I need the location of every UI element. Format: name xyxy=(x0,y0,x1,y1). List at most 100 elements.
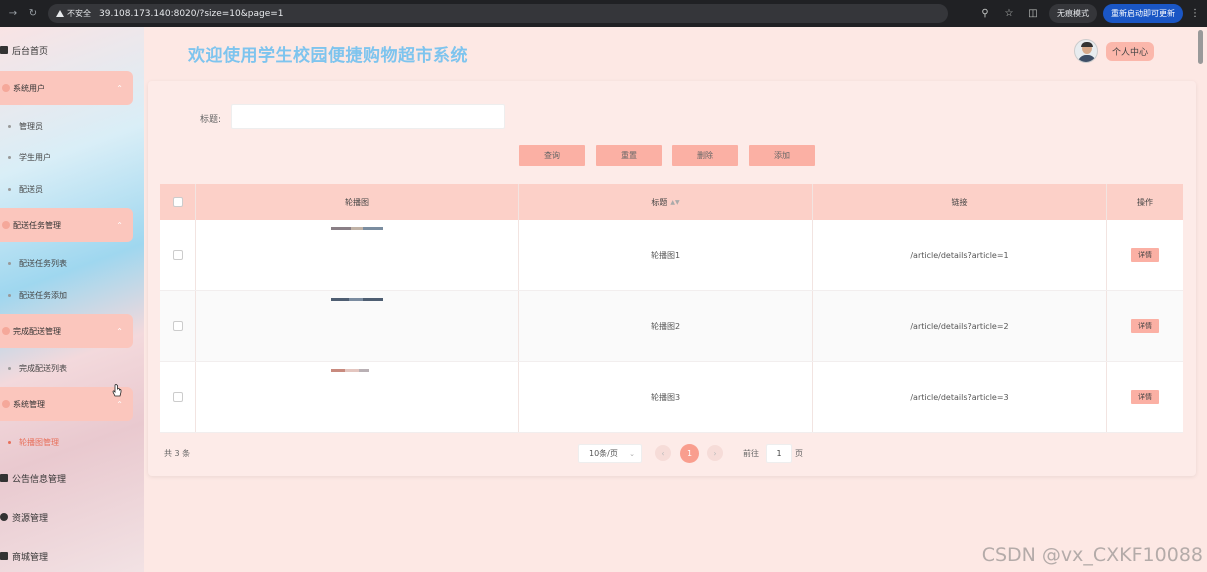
sidebar-item-label: 公告信息管理 xyxy=(12,474,67,485)
actions-cell: 详情 xyxy=(1107,362,1183,432)
side-panel-icon[interactable]: ◫ xyxy=(1025,6,1041,22)
more-menu-icon[interactable]: ⋮ xyxy=(1187,6,1203,22)
query-button[interactable]: 查询 xyxy=(519,145,585,166)
link-cell: /article/details?article=1 xyxy=(813,220,1107,290)
sidebar-item-label: 资源管理 xyxy=(12,513,49,524)
carousel-thumbnail xyxy=(331,298,383,301)
image-cell xyxy=(196,220,519,290)
avatar[interactable] xyxy=(1074,39,1098,63)
carousel-thumbnail xyxy=(331,369,369,372)
title-cell: 轮播图1 xyxy=(519,220,813,290)
detail-button[interactable]: 详情 xyxy=(1131,319,1159,333)
title-search-input[interactable] xyxy=(231,104,505,129)
warning-icon xyxy=(56,10,64,17)
sidebar-group-completed-delivery[interactable]: 完成配送管理 ⌃ xyxy=(0,314,133,348)
sidebar-item-home[interactable]: 后台首页 xyxy=(0,40,48,60)
list-icon xyxy=(2,221,10,229)
select-all-checkbox[interactable] xyxy=(172,197,183,207)
row-checkbox-cell xyxy=(160,362,196,432)
row-checkbox[interactable] xyxy=(172,250,183,260)
image-cell xyxy=(196,291,519,361)
url-text[interactable]: 39.108.173.140:8020/?size=10&page=1 xyxy=(99,9,284,19)
row-checkbox-cell xyxy=(160,291,196,361)
chevron-up-icon: ⌃ xyxy=(116,399,123,409)
bullet-icon xyxy=(8,187,11,191)
address-bar[interactable]: 不安全 39.108.173.140:8020/?size=10&page=1 xyxy=(48,4,948,23)
chevron-left-icon: ‹ xyxy=(661,448,665,458)
total-count: 共 3 条 xyxy=(164,449,191,458)
sidebar-item-admins[interactable]: 管理员 xyxy=(0,118,43,134)
sidebar-group-delivery-tasks[interactable]: 配送任务管理 ⌃ xyxy=(0,208,133,242)
user-icon xyxy=(2,84,10,92)
column-header-title[interactable]: 标题 ▲▼ xyxy=(519,184,813,220)
password-key-icon[interactable]: ⚲ xyxy=(977,6,993,22)
chevron-down-icon: ⌄ xyxy=(629,449,635,458)
reload-icon[interactable]: ↻ xyxy=(26,7,40,21)
delete-button[interactable]: 删除 xyxy=(672,145,738,166)
update-button[interactable]: 重新启动即可更新 xyxy=(1103,4,1183,23)
sidebar-item-label: 配送任务添加 xyxy=(19,290,67,300)
page-number-current[interactable]: 1 xyxy=(680,444,699,463)
incognito-badge[interactable]: 无痕模式 xyxy=(1049,4,1097,23)
profile-button[interactable]: 个人中心 xyxy=(1106,42,1155,61)
sidebar-item-label: 商城管理 xyxy=(12,552,49,563)
sidebar-item-couriers[interactable]: 配送员 xyxy=(0,181,43,197)
hand-cursor-icon xyxy=(112,384,122,397)
add-button[interactable]: 添加 xyxy=(749,145,815,166)
table-row: 轮播图1 /article/details?article=1 详情 xyxy=(160,220,1183,291)
sidebar-group-label: 配送任务管理 xyxy=(13,220,61,230)
document-icon xyxy=(0,474,8,482)
top-header: 欢迎使用学生校园便捷购物超市系统 个人中心 xyxy=(144,27,1195,81)
column-header-link: 链接 xyxy=(813,184,1107,220)
chevron-up-icon: ⌃ xyxy=(116,83,123,93)
detail-button[interactable]: 详情 xyxy=(1131,248,1159,262)
next-page-button[interactable]: › xyxy=(707,445,723,461)
chevron-up-icon: ⌃ xyxy=(116,326,123,336)
sidebar-item-mall[interactable]: 商城管理 xyxy=(0,546,48,566)
sidebar-group-users[interactable]: 系统用户 ⌃ xyxy=(0,71,133,105)
title-search-label: 标题: xyxy=(200,115,222,125)
sidebar-item-label: 后台首页 xyxy=(12,46,49,57)
sidebar-item-students[interactable]: 学生用户 xyxy=(0,149,51,165)
sidebar-item-task-add[interactable]: 配送任务添加 xyxy=(0,287,67,303)
sidebar-item-carousel[interactable]: 轮播图管理 xyxy=(0,434,59,450)
sidebar: 后台首页 系统用户 ⌃ 管理员 学生用户 配送员 配送任务管理 ⌃ 配送任务列表… xyxy=(0,27,144,572)
avatar-body xyxy=(1078,55,1096,62)
title-cell: 轮播图3 xyxy=(519,362,813,432)
actions-cell: 详情 xyxy=(1107,220,1183,290)
home-icon xyxy=(0,46,8,54)
security-indicator[interactable]: 不安全 xyxy=(56,8,91,19)
title-cell: 轮播图2 xyxy=(519,291,813,361)
bookmark-star-icon[interactable]: ☆ xyxy=(1001,6,1017,22)
sidebar-item-resources[interactable]: 资源管理 xyxy=(0,507,48,527)
reset-button[interactable]: 重置 xyxy=(596,145,662,166)
content-card: 标题: 查询 重置 删除 添加 轮播图 标题 ▲▼ 链接 操作 轮播图1 /art… xyxy=(148,81,1196,476)
page-size-select[interactable]: 10条/页 ⌄ xyxy=(578,444,642,463)
carousel-thumbnail xyxy=(331,227,383,230)
page-scrollbar[interactable] xyxy=(1198,30,1203,64)
table-row: 轮播图3 /article/details?article=3 详情 xyxy=(160,362,1183,433)
sort-icon[interactable]: ▲▼ xyxy=(670,199,679,206)
detail-button[interactable]: 详情 xyxy=(1131,390,1159,404)
sidebar-group-label: 系统管理 xyxy=(13,399,45,409)
bullet-icon xyxy=(8,366,11,370)
sidebar-item-label: 轮播图管理 xyxy=(19,437,59,447)
insecure-label: 不安全 xyxy=(67,9,91,18)
forward-icon[interactable]: → xyxy=(6,7,20,21)
sidebar-item-completed-list[interactable]: 完成配送列表 xyxy=(0,360,67,376)
sidebar-item-announcements[interactable]: 公告信息管理 xyxy=(0,468,66,488)
row-checkbox[interactable] xyxy=(172,392,183,402)
bullet-icon xyxy=(8,261,11,265)
plus-circle-icon xyxy=(0,513,8,521)
avatar-hair xyxy=(1081,42,1093,47)
browser-toolbar: → ↻ 不安全 39.108.173.140:8020/?size=10&pag… xyxy=(0,0,1207,27)
prev-page-button[interactable]: ‹ xyxy=(655,445,671,461)
sidebar-item-task-list[interactable]: 配送任务列表 xyxy=(0,255,67,271)
row-checkbox-cell xyxy=(160,220,196,290)
row-checkbox[interactable] xyxy=(172,321,183,331)
carousel-table: 轮播图 标题 ▲▼ 链接 操作 轮播图1 /article/details?art… xyxy=(160,184,1183,433)
goto-page-input[interactable]: 1 xyxy=(766,444,792,463)
link-cell: /article/details?article=2 xyxy=(813,291,1107,361)
gear-icon xyxy=(2,400,10,408)
column-header-image: 轮播图 xyxy=(196,184,519,220)
